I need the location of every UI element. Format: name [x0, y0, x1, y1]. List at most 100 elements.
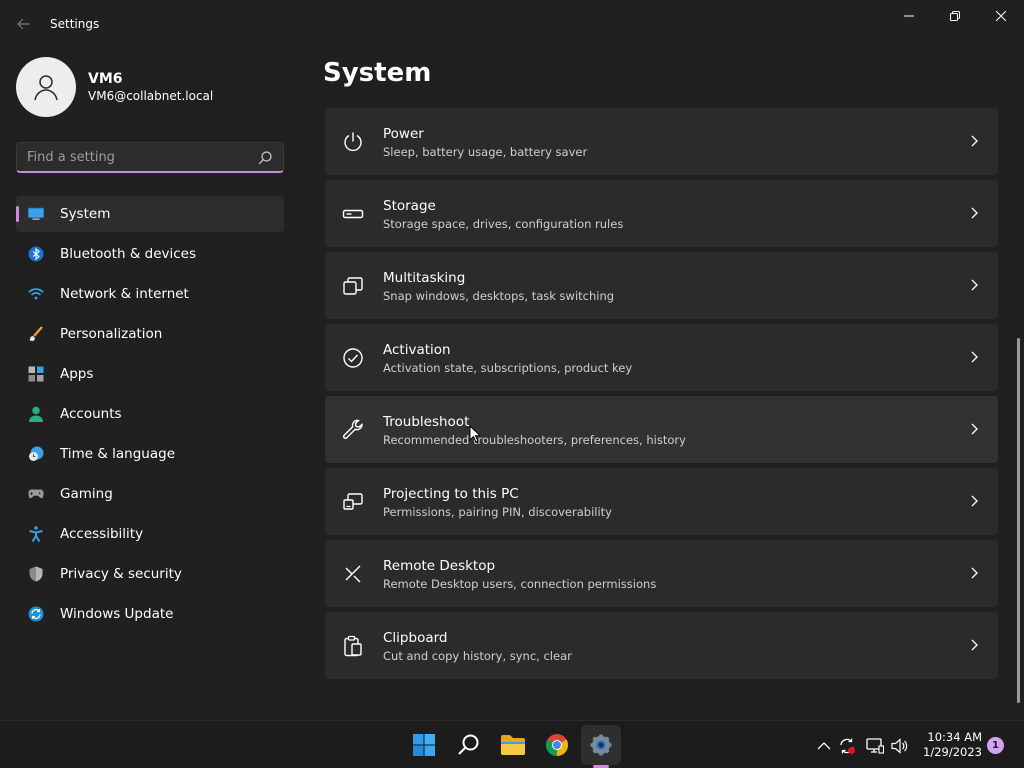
chevron-up-icon	[817, 742, 831, 750]
search-box[interactable]	[16, 142, 284, 173]
sidebar-nav: System Bluetooth & devices Network & int…	[16, 196, 284, 636]
card-subtitle: Permissions, pairing PIN, discoverabilit…	[383, 505, 612, 519]
scrollbar[interactable]	[1017, 338, 1020, 703]
shield-icon	[28, 566, 44, 582]
multitasking-icon	[341, 274, 365, 298]
wifi-icon	[28, 286, 44, 302]
card-storage[interactable]: Storage Storage space, drives, configura…	[325, 180, 998, 247]
chevron-right-icon	[971, 423, 978, 435]
sidebar-item-label: Apps	[60, 366, 94, 382]
sidebar-item-accounts[interactable]: Accounts	[16, 396, 284, 432]
profile-email: VM6@collabnet.local	[88, 89, 214, 103]
gamepad-icon	[28, 486, 44, 502]
sidebar-item-label: Privacy & security	[60, 566, 182, 582]
card-power[interactable]: Power Sleep, battery usage, battery save…	[325, 108, 998, 175]
start-button[interactable]	[410, 731, 438, 759]
sidebar-item-personalization[interactable]: Personalization	[16, 316, 284, 352]
app-title: Settings	[50, 17, 100, 31]
card-clipboard[interactable]: Clipboard Cut and copy history, sync, cl…	[325, 612, 998, 679]
card-text: Remote Desktop Remote Desktop users, con…	[383, 558, 656, 593]
card-multitasking[interactable]: Multitasking Snap windows, desktops, tas…	[325, 252, 998, 319]
card-title: Troubleshoot	[383, 414, 470, 430]
page-title: System	[323, 58, 432, 88]
close-button[interactable]	[978, 0, 1024, 32]
sidebar-item-label: Accounts	[60, 406, 122, 422]
card-text: Storage Storage space, drives, configura…	[383, 198, 623, 233]
card-title: Power	[383, 126, 424, 142]
profile-text: VM6 VM6@collabnet.local	[88, 70, 213, 104]
close-icon	[996, 11, 1006, 21]
chevron-right-icon	[971, 351, 978, 363]
show-hidden-icons-button[interactable]	[815, 737, 833, 755]
card-text: Activation Activation state, subscriptio…	[383, 342, 632, 377]
person-icon	[28, 406, 44, 422]
globe-clock-icon	[28, 446, 44, 462]
sidebar-item-time-language[interactable]: Time & language	[16, 436, 284, 472]
clock-date: 1/29/2023	[923, 745, 982, 759]
clipboard-icon	[341, 634, 365, 658]
settings-list: Power Sleep, battery usage, battery save…	[325, 108, 998, 684]
sync-error-icon	[840, 738, 855, 754]
settings-app-button[interactable]	[587, 731, 615, 759]
sidebar-item-label: Gaming	[60, 486, 113, 502]
monitor-icon	[28, 206, 44, 222]
check-circle-icon	[341, 346, 365, 370]
sidebar-item-gaming[interactable]: Gaming	[16, 476, 284, 512]
card-text: Power Sleep, battery usage, battery save…	[383, 126, 587, 161]
sidebar-item-windows-update[interactable]: Windows Update	[16, 596, 284, 632]
user-profile[interactable]: VM6 VM6@collabnet.local	[16, 57, 213, 117]
notification-badge[interactable]: 1	[987, 737, 1004, 754]
chrome-icon	[546, 734, 568, 756]
network-status-button[interactable]	[866, 737, 884, 755]
card-text: Projecting to this PC Permissions, pairi…	[383, 486, 612, 521]
projecting-icon	[341, 490, 365, 514]
chrome-button[interactable]	[543, 731, 571, 759]
sidebar-item-network[interactable]: Network & internet	[16, 276, 284, 312]
taskbar-search-button[interactable]	[455, 731, 483, 759]
sync-status-button[interactable]	[838, 737, 856, 755]
chevron-right-icon	[971, 495, 978, 507]
chevron-right-icon	[971, 207, 978, 219]
minimize-button[interactable]	[886, 0, 932, 32]
avatar	[16, 57, 76, 117]
search-icon	[458, 734, 479, 755]
search-icon[interactable]	[257, 150, 273, 166]
chevron-right-icon	[971, 279, 978, 291]
card-text: Multitasking Snap windows, desktops, tas…	[383, 270, 614, 305]
chevron-right-icon	[971, 135, 978, 147]
sidebar-item-bluetooth[interactable]: Bluetooth & devices	[16, 236, 284, 272]
card-projecting[interactable]: Projecting to this PC Permissions, pairi…	[325, 468, 998, 535]
accessibility-icon	[28, 526, 44, 542]
sidebar-item-accessibility[interactable]: Accessibility	[16, 516, 284, 552]
sidebar-item-label: Time & language	[60, 446, 176, 462]
card-title: Multitasking	[383, 270, 466, 286]
card-subtitle: Snap windows, desktops, task switching	[383, 289, 615, 303]
card-activation[interactable]: Activation Activation state, subscriptio…	[325, 324, 998, 391]
back-button[interactable]	[12, 12, 36, 36]
card-subtitle: Cut and copy history, sync, clear	[383, 649, 572, 663]
restore-button[interactable]	[932, 0, 978, 32]
file-explorer-icon	[501, 735, 525, 755]
card-text: Troubleshoot Recommended troubleshooters…	[383, 414, 686, 449]
volume-icon	[891, 738, 908, 754]
person-icon	[34, 75, 58, 101]
card-remote-desktop[interactable]: Remote Desktop Remote Desktop users, con…	[325, 540, 998, 607]
card-title: Storage	[383, 198, 436, 214]
sidebar-item-apps[interactable]: Apps	[16, 356, 284, 392]
wrench-icon	[341, 418, 365, 442]
card-subtitle: Remote Desktop users, connection permiss…	[383, 577, 657, 591]
file-explorer-button[interactable]	[499, 731, 527, 759]
volume-button[interactable]	[891, 737, 909, 755]
clock-time: 10:34 AM	[927, 730, 982, 744]
search-input[interactable]	[27, 149, 247, 165]
card-title: Remote Desktop	[383, 558, 496, 574]
card-troubleshoot[interactable]: Troubleshoot Recommended troubleshooters…	[325, 396, 998, 463]
sidebar-item-privacy-security[interactable]: Privacy & security	[16, 556, 284, 592]
sidebar-item-system[interactable]: System	[16, 196, 284, 232]
bluetooth-icon	[28, 246, 44, 262]
sidebar-item-label: Windows Update	[60, 606, 174, 622]
sidebar-item-label: Bluetooth & devices	[60, 246, 197, 262]
card-subtitle: Activation state, subscriptions, product…	[383, 361, 633, 375]
clock[interactable]: 10:34 AM 1/29/2023	[916, 730, 982, 760]
sidebar-item-label: Accessibility	[60, 526, 144, 542]
